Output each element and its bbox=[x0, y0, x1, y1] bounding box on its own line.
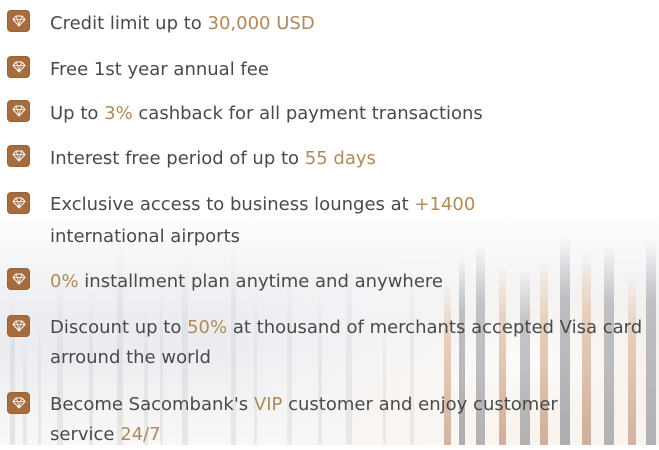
benefit-text-line2-content: arround the world bbox=[50, 347, 211, 368]
diamond-icon bbox=[7, 145, 30, 167]
diamond-icon bbox=[7, 392, 30, 414]
benefit-text-pre: Become Sacombank's bbox=[50, 394, 254, 415]
benefit-text: 0% installment plan anytime and anywhere bbox=[50, 267, 659, 296]
benefit-highlight: VIP bbox=[253, 394, 283, 415]
benefit-text: Up to 3% cashback for all payment transa… bbox=[50, 99, 659, 128]
benefit-text-pre: Credit limit up to bbox=[50, 13, 208, 34]
diamond-icon bbox=[7, 192, 30, 214]
benefit-text: Free 1st year annual fee bbox=[50, 55, 659, 84]
benefit-item: 0% installment plan anytime and anywhere bbox=[0, 267, 659, 296]
benefit-item: Free 1st year annual fee bbox=[0, 55, 659, 84]
benefit-text: Interest free period of up to 55 days bbox=[50, 144, 659, 173]
benefit-highlight: 30,000 USD bbox=[207, 13, 315, 34]
benefit-text-pre: Up to bbox=[50, 103, 105, 124]
benefit-text-post: at thousand of merchants accepted Visa c… bbox=[227, 317, 643, 338]
benefit-highlight: 55 days bbox=[304, 148, 376, 169]
benefit-text-pre: Exclusive access to business lounges at bbox=[50, 194, 415, 215]
benefit-highlight: 50% bbox=[187, 317, 228, 338]
benefit-highlight: 0% bbox=[50, 271, 79, 292]
benefit-text-line2-content: international airports bbox=[50, 226, 241, 247]
benefit-item: Exclusive access to business lounges at … bbox=[0, 190, 659, 250]
benefit-text: Become Sacombank's VIP customer and enjo… bbox=[50, 390, 659, 419]
benefit-text-line2: international airports bbox=[50, 222, 659, 251]
benefit-text-line2: arround the world bbox=[50, 343, 659, 372]
diamond-icon bbox=[7, 100, 30, 122]
benefit-item: Become Sacombank's VIP customer and enjo… bbox=[0, 390, 659, 450]
benefit-text-post: installment plan anytime and anywhere bbox=[78, 271, 443, 292]
benefit-item: Interest free period of up to 55 days bbox=[0, 144, 659, 173]
benefit-text-pre: Free 1st year annual fee bbox=[50, 59, 269, 80]
benefit-highlight: +1400 bbox=[414, 194, 476, 215]
benefit-item: Credit limit up to 30,000 USD bbox=[0, 9, 659, 38]
benefit-text-pre: Interest free period of up to bbox=[50, 148, 305, 169]
diamond-icon bbox=[7, 268, 30, 290]
benefits-list: Credit limit up to 30,000 USD Free 1st y… bbox=[0, 0, 659, 445]
diamond-icon bbox=[7, 315, 30, 337]
benefit-text: Discount up to 50% at thousand of mercha… bbox=[50, 313, 659, 342]
benefit-text: Credit limit up to 30,000 USD bbox=[50, 9, 659, 38]
diamond-icon bbox=[7, 56, 30, 78]
benefit-text: Exclusive access to business lounges at … bbox=[50, 190, 659, 219]
benefit-highlight: 24/7 bbox=[120, 424, 161, 445]
benefit-item: Discount up to 50% at thousand of mercha… bbox=[0, 313, 659, 373]
benefit-text-post: customer and enjoy customer bbox=[282, 394, 558, 415]
benefit-highlight: 3% bbox=[104, 103, 133, 124]
benefit-item: Up to 3% cashback for all payment transa… bbox=[0, 99, 659, 128]
benefit-text-pre: Discount up to bbox=[50, 317, 188, 338]
benefit-text-line2-pre: service bbox=[50, 424, 121, 445]
diamond-icon bbox=[7, 10, 30, 32]
benefit-text-post: cashback for all payment transactions bbox=[132, 103, 483, 124]
